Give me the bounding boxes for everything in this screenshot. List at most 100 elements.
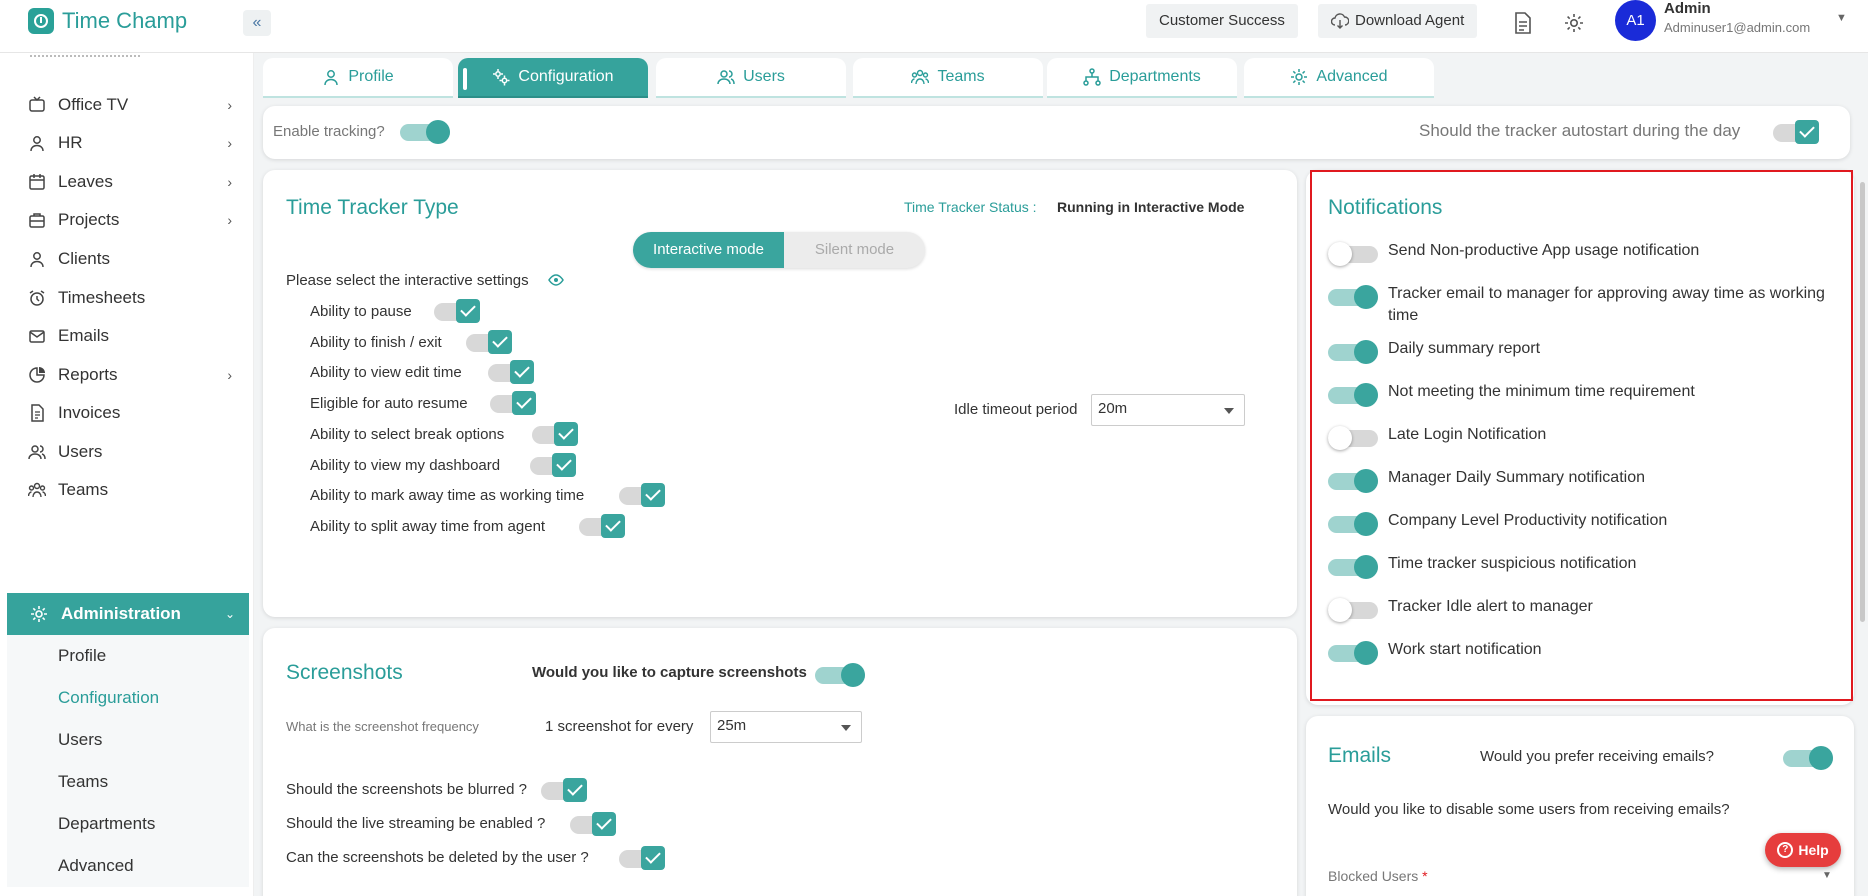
sidebar-subitem-configuration[interactable]: Configuration xyxy=(7,677,249,719)
page-scrollbar[interactable] xyxy=(1860,182,1865,622)
enable-tracking-label: Enable tracking? xyxy=(273,123,385,140)
notification-label: Work start notification xyxy=(1388,641,1542,658)
download-agent-button[interactable]: Download Agent xyxy=(1318,4,1478,38)
download-agent-label: Download Agent xyxy=(1355,12,1465,29)
sidebar-item-label: Projects xyxy=(58,210,120,229)
notification-label: Manager Daily Summary notification xyxy=(1388,469,1645,486)
blur-screenshots-label: Should the screenshots be blurred ? xyxy=(286,781,527,798)
notification-toggle[interactable] xyxy=(1328,597,1378,623)
blur-screenshots-toggle[interactable] xyxy=(541,778,589,804)
tab-configuration[interactable]: Configuration xyxy=(458,58,648,98)
notification-toggle[interactable] xyxy=(1328,468,1378,494)
sidebar-item-office-tv[interactable]: Office TV › xyxy=(28,90,242,120)
notification-toggle[interactable] xyxy=(1328,241,1378,267)
screenshots-card: Screenshots Would you like to capture sc… xyxy=(263,628,1297,896)
screenshot-frequency-label: What is the screenshot frequency xyxy=(286,719,479,734)
live-streaming-toggle[interactable] xyxy=(570,812,618,838)
interactive-setting-label: Ability to view edit time xyxy=(310,364,462,382)
interactive-mode-button[interactable]: Interactive mode xyxy=(633,232,784,268)
avatar[interactable]: A1 xyxy=(1615,0,1656,41)
notification-toggle[interactable] xyxy=(1328,382,1378,408)
interactive-setting-toggle[interactable] xyxy=(532,421,580,448)
sidebar-subitem-profile[interactable]: Profile xyxy=(7,635,249,677)
enable-tracking-toggle[interactable] xyxy=(400,119,450,145)
sidebar-item-label: Leaves xyxy=(58,172,113,191)
interactive-setting-toggle[interactable] xyxy=(619,483,667,509)
sidebar-item-projects[interactable]: Projects › xyxy=(28,205,242,235)
emails-title: Emails xyxy=(1328,744,1392,767)
chevron-down-icon[interactable]: ▼ xyxy=(1836,12,1847,24)
sidebar-item-leaves[interactable]: Leaves › xyxy=(28,167,242,197)
tab-departments[interactable]: Departments xyxy=(1047,58,1237,98)
sidebar-item-clients[interactable]: Clients xyxy=(28,244,242,274)
sidebar-item-label: Users xyxy=(58,442,103,461)
collapse-sidebar-button[interactable]: « xyxy=(243,10,271,36)
tab-label: Departments xyxy=(1109,68,1201,85)
emails-card: Emails Would you prefer receiving emails… xyxy=(1306,716,1854,896)
settings-gear-icon[interactable] xyxy=(1557,6,1591,40)
sidebar-item-invoices[interactable]: Invoices xyxy=(28,398,242,428)
tab-profile[interactable]: Profile xyxy=(263,58,453,98)
delete-screenshots-toggle[interactable] xyxy=(619,846,667,872)
interactive-setting-toggle[interactable] xyxy=(530,452,578,479)
autostart-toggle[interactable] xyxy=(1773,120,1821,146)
sidebar-icon-wrap xyxy=(28,134,46,152)
idle-timeout-select[interactable]: 20m xyxy=(1091,394,1245,426)
interactive-setting-toggle[interactable] xyxy=(466,329,514,356)
interactive-settings-prompt: Please select the interactive settings xyxy=(286,272,529,289)
blocked-users-text: Blocked Users xyxy=(1328,868,1419,884)
sidebar-item-administration[interactable]: Administration ⌄ xyxy=(7,593,249,635)
sidebar-item-label: Reports xyxy=(58,365,118,384)
person-icon xyxy=(324,70,339,86)
customer-success-button[interactable]: Customer Success xyxy=(1146,4,1298,38)
notification-toggle[interactable] xyxy=(1328,554,1378,580)
interactive-setting-toggle[interactable] xyxy=(434,299,482,325)
sidebar-icon-wrap xyxy=(28,481,46,499)
sidebar-item-timesheets[interactable]: Timesheets xyxy=(28,283,242,313)
notification-toggle[interactable] xyxy=(1328,640,1378,666)
silent-mode-button[interactable]: Silent mode xyxy=(784,232,925,268)
notification-label: Company Level Productivity notification xyxy=(1388,512,1668,529)
tab-users[interactable]: Users xyxy=(656,58,846,98)
sidebar-subitem-departments[interactable]: Departments xyxy=(7,803,249,845)
tab-teams[interactable]: Teams xyxy=(853,58,1043,98)
interactive-setting-toggle[interactable] xyxy=(488,360,536,386)
sidebar-item-emails[interactable]: Emails xyxy=(28,321,242,351)
screenshot-every-label: 1 screenshot for every xyxy=(545,718,694,735)
notification-toggle[interactable] xyxy=(1328,284,1378,310)
sidebar-item-hr[interactable]: HR › xyxy=(28,128,242,158)
capture-screenshots-toggle[interactable] xyxy=(815,662,865,688)
sidebar-subitem-teams[interactable]: Teams xyxy=(7,761,249,803)
sidebar-item-users[interactable]: Users xyxy=(28,437,242,467)
caret-down-icon[interactable]: ▼ xyxy=(1822,870,1832,881)
interactive-setting-toggle[interactable] xyxy=(579,513,627,540)
notification-label: Late Login Notification xyxy=(1388,426,1547,443)
notification-toggle[interactable] xyxy=(1328,339,1378,365)
tab-advanced[interactable]: Advanced xyxy=(1244,58,1434,98)
disable-users-label: Would you like to disable some users fro… xyxy=(1328,801,1730,818)
receive-emails-toggle[interactable] xyxy=(1783,745,1833,771)
sidebar-subitem-advanced[interactable]: Advanced xyxy=(7,845,249,887)
chevron-down-icon: ⌄ xyxy=(224,607,235,621)
document-icon[interactable] xyxy=(1506,6,1540,40)
chevron-right-icon: › xyxy=(227,97,232,113)
interactive-setting-label: Ability to mark away time as working tim… xyxy=(310,487,585,505)
sidebar-item-reports[interactable]: Reports › xyxy=(28,360,242,390)
receive-emails-label: Would you prefer receiving emails? xyxy=(1480,748,1715,765)
scrolled-item-edge xyxy=(30,53,140,57)
notification-toggle[interactable] xyxy=(1328,425,1378,451)
eye-icon[interactable] xyxy=(548,274,564,286)
blocked-users-label[interactable]: Blocked Users * xyxy=(1328,868,1428,884)
alarm-icon xyxy=(29,290,45,306)
required-mark: * xyxy=(1422,868,1428,884)
sidebar-item-label: Timesheets xyxy=(58,288,146,307)
interactive-setting-toggle[interactable] xyxy=(490,391,538,417)
sidebar-subitem-users[interactable]: Users xyxy=(7,719,249,761)
top-bar: Time Champ « Customer Success Download A… xyxy=(0,0,1868,53)
screenshot-frequency-select[interactable]: 25m xyxy=(710,711,862,743)
help-button[interactable]: ? Help xyxy=(1765,833,1841,867)
sidebar-item-teams[interactable]: Teams xyxy=(28,475,242,505)
gears-icon xyxy=(493,69,510,86)
brand[interactable]: Time Champ xyxy=(28,8,187,34)
notification-toggle[interactable] xyxy=(1328,511,1378,537)
